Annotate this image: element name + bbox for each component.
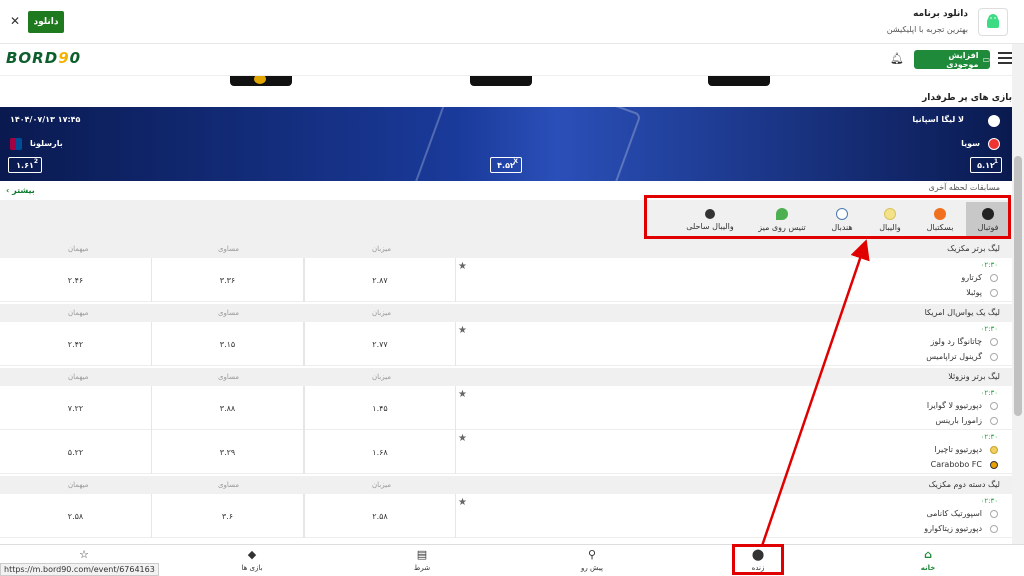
download-button[interactable]: دانلود bbox=[28, 11, 64, 33]
site-logo[interactable]: BORD90 bbox=[6, 49, 81, 67]
wallet-icon: ▭ bbox=[982, 55, 990, 64]
home-icon: ⌂ bbox=[924, 548, 932, 561]
match-list: لیگ برتر مکزیک میزبان مساوی میهمان ۰۲:۳۰… bbox=[0, 240, 1012, 544]
upcoming-label: مسابقات لحظه آخری bbox=[928, 183, 1000, 192]
odd-draw[interactable]: ۳.۱۵ bbox=[152, 322, 304, 366]
odd-draw[interactable]: ۳.۳۶ bbox=[152, 258, 304, 302]
hamburger-menu-icon[interactable] bbox=[998, 52, 1012, 66]
odd-away[interactable]: ۲.۴۶ bbox=[0, 258, 152, 302]
league-header[interactable]: لیگ برتر مکزیک میزبان مساوی میهمان bbox=[0, 240, 1012, 258]
favorite-star-icon[interactable]: ★ bbox=[458, 389, 467, 400]
league-header[interactable]: لیگ دسته دوم مکزیک میزبان مساوی میهمان bbox=[0, 476, 1012, 494]
table-row[interactable]: ۰۲:۳۰ چاتانوگا رد ولوز گرینول تراپامیس ★… bbox=[0, 322, 1012, 366]
deposit-button[interactable]: ▭ افزایش موجودی bbox=[914, 50, 990, 69]
banner-title: دانلود برنامه bbox=[913, 9, 968, 19]
bike-icon: ⚲ bbox=[587, 548, 597, 561]
odd-away[interactable]: ۵.۲۲ bbox=[0, 430, 152, 474]
featured-odd-away[interactable]: 2 ۱.۶۱ bbox=[8, 157, 42, 173]
odd-away[interactable]: ۲.۵۸ bbox=[0, 494, 152, 538]
odd-away[interactable]: ۲.۴۲ bbox=[0, 322, 152, 366]
team-crest-icon bbox=[990, 446, 998, 454]
bell-icon[interactable]: 🔔︎ bbox=[890, 52, 904, 65]
featured-odd-home[interactable]: 1 ۵.۱۲ bbox=[970, 157, 1002, 173]
nav-bets[interactable]: ▤ شرط bbox=[392, 548, 452, 573]
barcelona-crest-icon bbox=[10, 138, 22, 150]
featured-datetime: ۱۴۰۴/۰۷/۱۳ ۱۷:۴۵ bbox=[10, 115, 81, 124]
odd-home[interactable]: ۲.۸۷ bbox=[304, 258, 456, 302]
featured-league: لا لیگا اسپانیا bbox=[912, 115, 964, 124]
sevilla-crest-icon bbox=[988, 138, 1000, 150]
favorite-star-icon[interactable]: ★ bbox=[458, 497, 467, 508]
table-row[interactable]: ۰۲:۳۰ دپورتیوو تاچیرا Carabobo FC ★ ۱.۶۸… bbox=[0, 430, 1012, 474]
favorite-star-icon[interactable]: ★ bbox=[458, 325, 467, 336]
team-crest-icon bbox=[990, 417, 998, 425]
popular-games-title: بازی های پر طرفدار bbox=[922, 93, 1012, 103]
popular-games-strip bbox=[0, 76, 1012, 106]
scrollbar-thumb[interactable] bbox=[1014, 156, 1022, 416]
team-crest-icon bbox=[990, 289, 998, 297]
status-url: https://m.bord90.com/event/6764163 bbox=[0, 563, 159, 576]
odd-home[interactable]: ۱.۶۸ bbox=[304, 430, 456, 474]
odd-away[interactable]: ۷.۲۲ bbox=[0, 386, 152, 430]
odd-draw[interactable]: ۳.۶ bbox=[152, 494, 304, 538]
odd-home[interactable]: ۱.۴۵ bbox=[304, 386, 456, 430]
team-crest-icon bbox=[990, 525, 998, 533]
game-thumbnail[interactable] bbox=[708, 76, 770, 86]
team-crest-icon bbox=[990, 338, 998, 346]
highlight-box-live bbox=[732, 544, 784, 575]
game-thumbnail[interactable] bbox=[470, 76, 532, 86]
cube-icon: ◆ bbox=[247, 548, 257, 561]
android-icon bbox=[978, 8, 1008, 36]
ticket-icon: ▤ bbox=[416, 548, 428, 561]
favorite-star-icon[interactable]: ★ bbox=[458, 433, 467, 444]
game-thumbnail[interactable] bbox=[230, 76, 292, 86]
featured-match-card[interactable]: لا لیگا اسپانیا ۱۴۰۴/۰۷/۱۳ ۱۷:۴۵ سویا با… bbox=[0, 107, 1012, 181]
banner-subtitle: بهترین تجربه با اپلیکیشن bbox=[886, 25, 968, 34]
nav-upcoming[interactable]: ⚲ پیش رو bbox=[562, 548, 622, 573]
featured-home-team: سویا bbox=[961, 139, 980, 148]
odd-draw[interactable]: ۳.۲۹ bbox=[152, 430, 304, 474]
team-crest-icon bbox=[990, 353, 998, 361]
table-row[interactable]: ۰۲:۳۰ دپورتیوو لا گوایرا زامورا بارینس ★… bbox=[0, 386, 1012, 430]
more-link[interactable]: ‹ بیشتر bbox=[6, 186, 35, 195]
league-icon bbox=[988, 115, 1000, 127]
team-crest-icon bbox=[990, 402, 998, 410]
table-row[interactable]: ۰۲:۳۰ اسپورتیک کانامی دپورتیوو زیتاکوارو… bbox=[0, 494, 1012, 538]
app-download-banner: ✕ دانلود دانلود برنامه بهترین تجربه با ا… bbox=[0, 0, 1024, 44]
league-header[interactable]: لیگ برتر ونزوئلا میزبان مساوی میهمان bbox=[0, 368, 1012, 386]
odd-home[interactable]: ۲.۵۸ bbox=[304, 494, 456, 538]
featured-away-team: بارسلونا bbox=[30, 139, 63, 148]
highlight-box-sport-tabs bbox=[644, 195, 1011, 239]
featured-odd-draw[interactable]: X ۴.۵۲ bbox=[490, 157, 522, 173]
top-header: BORD90 ▭ افزایش موجودی 🔔︎ bbox=[0, 44, 1012, 76]
favorite-star-icon[interactable]: ★ bbox=[458, 261, 467, 272]
team-crest-icon bbox=[990, 510, 998, 518]
nav-games[interactable]: ◆ بازی ها bbox=[222, 548, 282, 573]
league-header[interactable]: لیگ یک یواس‌ال امریکا میزبان مساوی میهما… bbox=[0, 304, 1012, 322]
nav-favorites[interactable]: ☆ bbox=[54, 549, 114, 564]
team-crest-icon bbox=[990, 274, 998, 282]
star-icon: ☆ bbox=[79, 548, 89, 561]
table-row[interactable]: ۰۲:۳۰ کرتارو پوئبلا ★ ۲.۸۷ ۳.۳۶ ۲.۴۶ bbox=[0, 258, 1012, 302]
odd-home[interactable]: ۲.۷۷ bbox=[304, 322, 456, 366]
odd-draw[interactable]: ۳.۸۸ bbox=[152, 386, 304, 430]
close-icon[interactable]: ✕ bbox=[10, 14, 20, 28]
nav-home[interactable]: ⌂ خانه bbox=[898, 548, 958, 573]
team-crest-icon bbox=[990, 461, 998, 469]
